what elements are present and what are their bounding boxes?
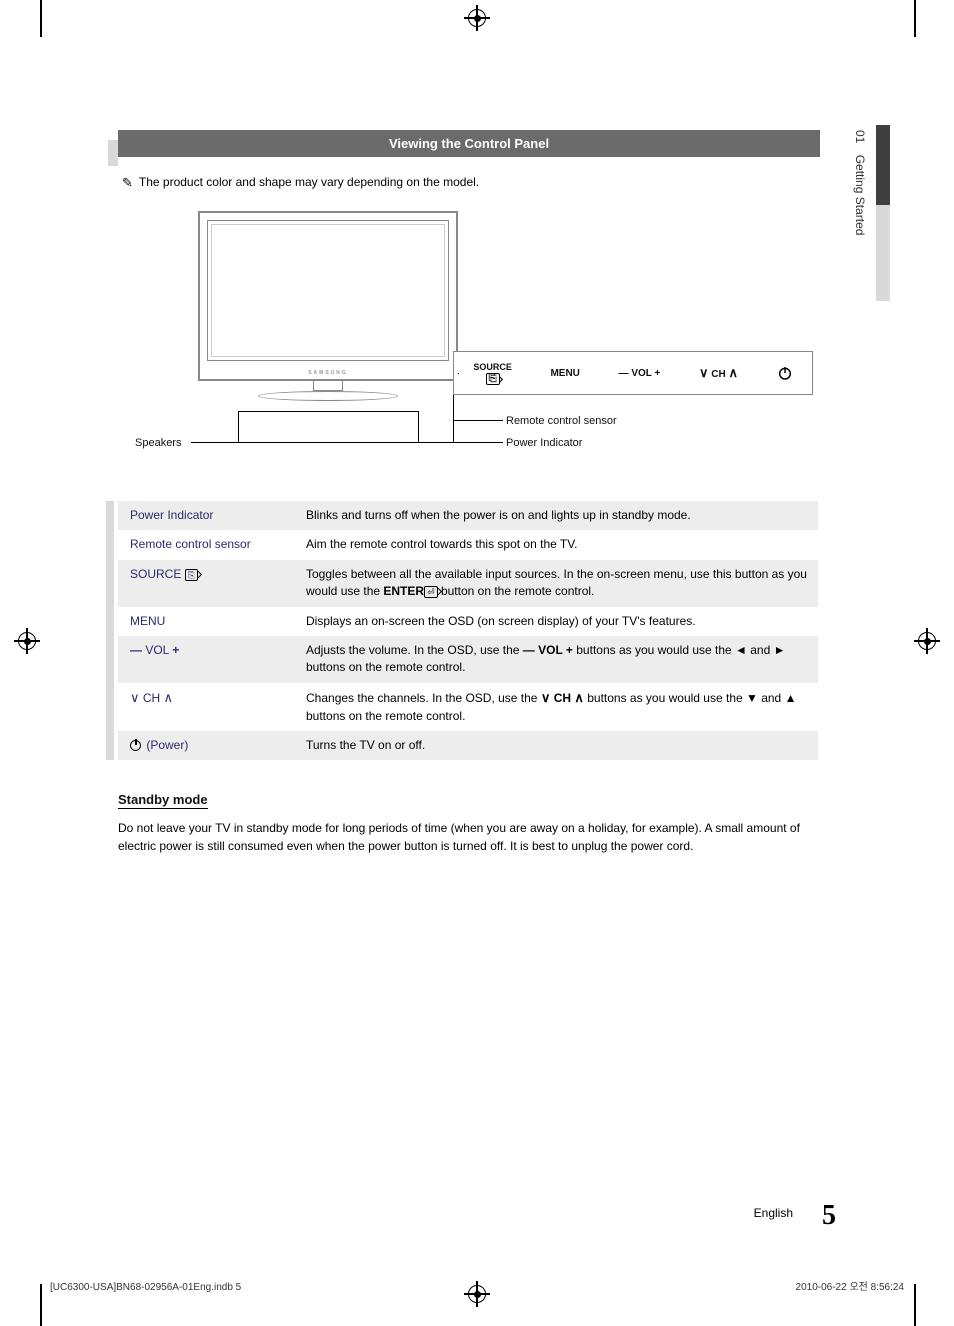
power-icon — [130, 740, 141, 751]
registration-mark-icon — [918, 632, 936, 650]
note-text: The product color and shape may vary dep… — [139, 175, 479, 189]
row-label: (Power) — [118, 731, 298, 760]
footer-page-number: 5 — [822, 1200, 836, 1232]
crop-mark — [40, 1284, 42, 1326]
print-footer-timestamp: 2010-06-22 오전 8:56:24 — [796, 1278, 904, 1293]
table-row: SOURCE ⎘ Toggles between all the availab… — [118, 560, 818, 607]
power-indicator-label: Power Indicator — [506, 437, 582, 449]
speakers-label: Speakers — [135, 437, 181, 449]
table-row: Remote control sensor Aim the remote con… — [118, 530, 818, 559]
print-footer-file: [UC6300-USA]BN68-02956A-01Eng.indb 5 — [50, 1282, 241, 1293]
row-desc: Displays an on-screen the OSD (on screen… — [298, 607, 818, 636]
table-row: — VOL + Adjusts the volume. In the OSD, … — [118, 636, 818, 683]
note: ✎ The product color and shape may vary d… — [122, 175, 848, 191]
crop-mark — [914, 0, 916, 37]
source-button: SOURCE ⎘ — [473, 362, 512, 385]
row-label: — VOL + — [118, 636, 298, 683]
chapter-number: 01 — [853, 130, 867, 143]
chapter-label: Getting Started — [853, 155, 867, 236]
source-icon: ⎘ — [486, 373, 500, 385]
brand-logo: SAMSUNG — [308, 370, 348, 376]
crop-mark — [40, 0, 42, 37]
row-desc: Toggles between all the available input … — [298, 560, 818, 607]
tv-diagram: SAMSUNG SOURCE ⎘ MENU — VOL + ∨ CH ∧ Spe… — [108, 211, 848, 481]
source-icon: ⎘ — [185, 569, 198, 581]
row-label: SOURCE ⎘ — [118, 560, 298, 607]
standby-heading: Standby mode — [118, 792, 208, 809]
tv-front-view: SAMSUNG — [198, 211, 458, 381]
volume-buttons: — VOL + — [619, 368, 661, 379]
registration-mark-icon — [468, 1285, 486, 1303]
row-desc: Changes the channels. In the OSD, use th… — [298, 683, 818, 731]
row-desc: Aim the remote control towards this spot… — [298, 530, 818, 559]
section-title: Viewing the Control Panel — [118, 130, 820, 157]
registration-mark-icon — [18, 632, 36, 650]
row-label: ∨ CH ∧ — [118, 683, 298, 731]
row-label: Remote control sensor — [118, 530, 298, 559]
table-row: MENU Displays an on-screen the OSD (on s… — [118, 607, 818, 636]
row-desc: Turns the TV on or off. — [298, 731, 818, 760]
note-icon: ✎ — [122, 175, 133, 191]
channel-buttons: ∨ CH ∧ — [699, 365, 738, 381]
footer-language: English — [754, 1206, 793, 1220]
registration-mark-icon — [468, 9, 486, 27]
row-desc: Adjusts the volume. In the OSD, use the … — [298, 636, 818, 683]
standby-body: Do not leave your TV in standby mode for… — [118, 819, 838, 855]
menu-button: MENU — [550, 368, 579, 379]
page-content: 01 Getting Started Viewing the Control P… — [108, 130, 848, 1220]
row-label: Power Indicator — [118, 501, 298, 530]
table-row: ∨ CH ∧ Changes the channels. In the OSD,… — [118, 683, 818, 731]
remote-sensor-label: Remote control sensor — [506, 415, 617, 427]
chapter-tab: 01 Getting Started — [850, 125, 876, 301]
control-description-table: Power Indicator Blinks and turns off whe… — [118, 501, 818, 760]
power-icon — [777, 365, 793, 381]
control-panel-strip: SOURCE ⎘ MENU — VOL + ∨ CH ∧ — [453, 351, 813, 395]
enter-icon: ⏎ — [424, 586, 438, 598]
table-row: Power Indicator Blinks and turns off whe… — [118, 501, 818, 530]
header-accent — [108, 140, 118, 166]
row-desc: Blinks and turns off when the power is o… — [298, 501, 818, 530]
table-row: (Power) Turns the TV on or off. — [118, 731, 818, 760]
crop-mark — [914, 1284, 916, 1326]
row-label: MENU — [118, 607, 298, 636]
